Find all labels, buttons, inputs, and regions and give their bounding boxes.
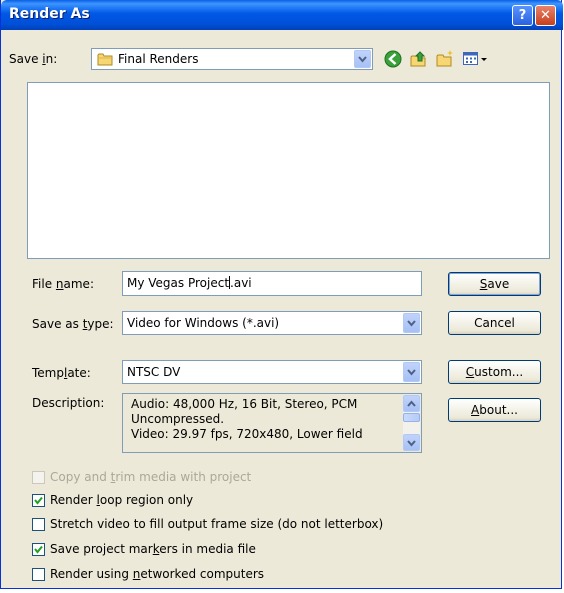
template-label: Template:: [32, 366, 91, 380]
file-name-value-end: .avi: [230, 276, 252, 290]
copy-trim-media-label: Copy and trim media with project: [50, 470, 252, 484]
save-as-type-dropdown-button[interactable]: [403, 313, 420, 333]
checkmark-icon: [34, 545, 43, 554]
save-as-type-label: Save as type:: [32, 317, 114, 331]
networked-render-checkbox[interactable]: [32, 568, 45, 581]
save-in-label: Save in:: [9, 52, 58, 66]
up-folder-icon[interactable]: [409, 49, 429, 69]
about-button[interactable]: About...: [448, 398, 541, 422]
save-markers-checkbox[interactable]: [32, 543, 45, 556]
scroll-up-button[interactable]: [403, 395, 420, 412]
networked-render-label: Render using networked computers: [50, 567, 265, 581]
help-button[interactable]: ?: [512, 5, 533, 26]
stretch-video-label: Stretch video to fill output frame size …: [50, 517, 384, 531]
window-title: Render As: [9, 6, 90, 22]
title-bar[interactable]: Render As ? ✕: [1, 0, 563, 30]
copy-trim-media-checkbox[interactable]: [32, 471, 45, 484]
chevron-up-icon: [407, 400, 416, 407]
chevron-down-icon: [358, 56, 367, 63]
file-name-input[interactable]: My Vegas Project.avi: [122, 271, 422, 296]
description-text: Audio: 48,000 Hz, 16 Bit, Stereo, PCM Un…: [131, 397, 363, 441]
save-as-type-select[interactable]: Video for Windows (*.avi): [122, 311, 422, 335]
chevron-down-icon: [407, 369, 416, 376]
file-list[interactable]: [27, 82, 550, 259]
close-button[interactable]: ✕: [535, 5, 556, 26]
file-name-label: File name:: [32, 277, 94, 291]
new-folder-icon[interactable]: [435, 49, 455, 69]
save-button[interactable]: Save: [448, 272, 541, 296]
file-name-value-start: My Vegas Project: [127, 276, 230, 290]
template-value: NTSC DV: [127, 365, 181, 379]
template-select[interactable]: NTSC DV: [122, 360, 422, 384]
chevron-down-icon: [407, 440, 416, 447]
scroll-thumb[interactable]: [403, 413, 420, 422]
close-icon: ✕: [540, 8, 551, 23]
save-as-type-value: Video for Windows (*.avi): [127, 316, 280, 330]
custom-button[interactable]: Custom...: [448, 360, 541, 384]
save-markers-label: Save project markers in media file: [50, 542, 256, 556]
template-dropdown-button[interactable]: [403, 362, 420, 382]
folder-icon: [97, 53, 113, 66]
chevron-down-icon: [407, 320, 416, 327]
help-icon: ?: [518, 8, 527, 23]
description-box: Audio: 48,000 Hz, 16 Bit, Stereo, PCM Un…: [122, 393, 422, 453]
checkmark-icon: [34, 496, 43, 505]
stretch-video-checkbox[interactable]: [32, 518, 45, 531]
description-label: Description:: [32, 396, 105, 410]
save-in-combo[interactable]: Final Renders: [91, 48, 373, 70]
description-scrollbar[interactable]: [403, 395, 420, 451]
scroll-down-button[interactable]: [403, 434, 420, 451]
render-loop-region-checkbox[interactable]: [32, 494, 45, 507]
save-in-dropdown-button[interactable]: [354, 50, 371, 68]
cancel-button[interactable]: Cancel: [448, 311, 541, 335]
back-icon[interactable]: [383, 49, 403, 69]
render-loop-region-label: Render loop region only: [50, 493, 194, 507]
view-menu-icon[interactable]: [462, 49, 490, 69]
render-as-dialog: Render As ? ✕ Save in: Final Renders Fil…: [0, 0, 563, 589]
save-in-value: Final Renders: [118, 52, 199, 66]
